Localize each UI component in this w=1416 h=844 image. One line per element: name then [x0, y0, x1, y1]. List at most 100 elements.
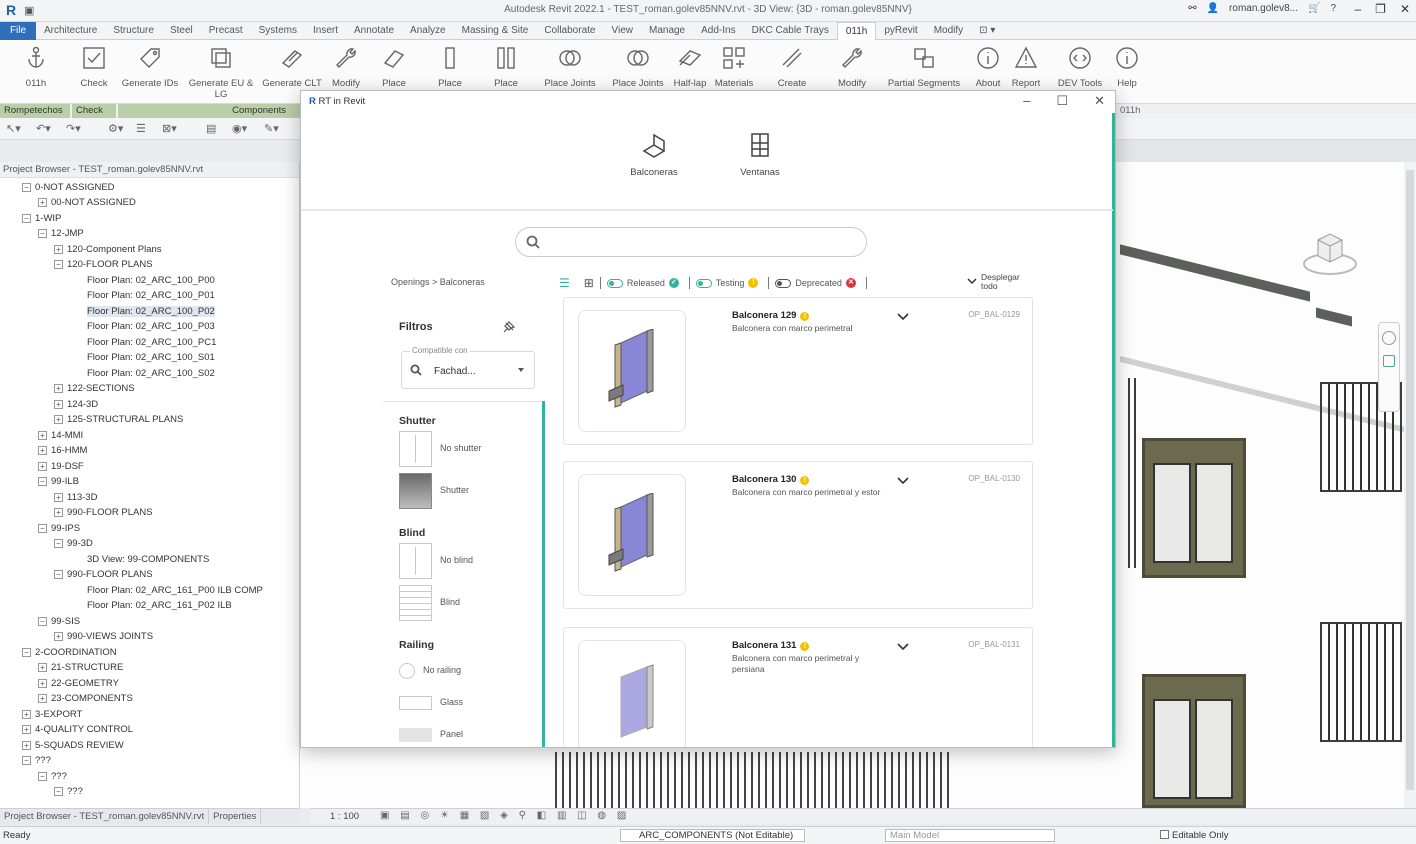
- user-name[interactable]: roman.golev8...: [1229, 3, 1298, 14]
- ribbon-place-joints-2-button[interactable]: Place Joints: [608, 42, 668, 89]
- tab-analyze[interactable]: Analyze: [402, 22, 454, 40]
- tree-item[interactable]: −???: [22, 753, 51, 768]
- tree-item[interactable]: −99-3D: [54, 536, 93, 551]
- tab-annotate[interactable]: Annotate: [346, 22, 402, 40]
- ribbon-place-3-button[interactable]: Place: [476, 42, 536, 89]
- tab-massing-site[interactable]: Massing & Site: [454, 22, 537, 40]
- tree-item[interactable]: Floor Plan: 02_ARC_161_P00 ILB COMP: [87, 583, 263, 598]
- filter-icon[interactable]: ⚙▾: [108, 122, 123, 135]
- tree-item[interactable]: −99-IPS: [38, 521, 80, 536]
- tree-item[interactable]: +125-STRUCTURAL PLANS: [54, 412, 183, 427]
- ribbon-help-button[interactable]: Help: [1102, 42, 1152, 89]
- dialog-close-icon[interactable]: ✕: [1094, 93, 1105, 109]
- expand-icon[interactable]: +: [38, 662, 47, 672]
- tree-item-selected[interactable]: Floor Plan: 02_ARC_100_P02: [87, 304, 215, 319]
- expand-icon[interactable]: +: [54, 244, 63, 254]
- tab-modify[interactable]: Modify: [926, 22, 971, 40]
- workset-dropdown[interactable]: ARC_COMPONENTS (Not Editable): [620, 829, 805, 842]
- user-icon[interactable]: 👤: [1207, 3, 1219, 14]
- tree-item[interactable]: −1-WIP: [22, 211, 61, 226]
- tree-item[interactable]: +22-GEOMETRY: [38, 676, 119, 691]
- group-rompetechos[interactable]: Rompetechos: [0, 104, 70, 118]
- collapse-icon[interactable]: −: [38, 476, 47, 486]
- search-input[interactable]: [515, 227, 867, 257]
- expand-all-button[interactable]: Desplegar todo: [967, 273, 1020, 291]
- steering-wheel-icon[interactable]: [1382, 331, 1396, 345]
- ribbon-partial-segments-button[interactable]: Partial Segments: [884, 42, 964, 89]
- modify-arrow-icon[interactable]: ↖▾: [6, 122, 21, 135]
- compatible-with-dropdown[interactable]: Compatible con Fachad...: [401, 346, 535, 389]
- tab-view[interactable]: View: [603, 22, 641, 40]
- view-scale[interactable]: 1 : 100: [330, 811, 359, 822]
- expand-icon[interactable]: +: [38, 693, 47, 703]
- ribbon-materials-button[interactable]: Materials: [704, 42, 764, 89]
- tree-item[interactable]: +113-3D: [54, 490, 97, 505]
- collapse-icon[interactable]: −: [54, 786, 63, 796]
- globe-icon[interactable]: ◉▾: [232, 122, 247, 135]
- tree-item[interactable]: −990-FLOOR PLANS: [54, 567, 153, 582]
- ribbon-modify-2-button[interactable]: Modify: [822, 42, 882, 89]
- tab-manage[interactable]: Manage: [641, 22, 693, 40]
- expand-icon[interactable]: +: [54, 414, 63, 424]
- ribbon-check-button[interactable]: Check: [64, 42, 124, 89]
- expand-icon[interactable]: +: [38, 430, 47, 440]
- filter-option-no-blind[interactable]: No blind: [399, 543, 539, 579]
- tree-item[interactable]: −99-ILB: [38, 474, 79, 489]
- close-icon[interactable]: ✕: [1400, 2, 1410, 16]
- result-card[interactable]: Balconera 131! Balconera con marco perim…: [563, 627, 1033, 747]
- unpin-icon[interactable]: [501, 321, 515, 335]
- tree-item[interactable]: +5-SQUADS REVIEW: [22, 738, 124, 753]
- tab-pyrevit[interactable]: pyRevit: [876, 22, 925, 40]
- testing-toggle[interactable]: Testing!: [695, 278, 759, 288]
- collapse-icon[interactable]: −: [54, 538, 63, 548]
- viewcube[interactable]: [1300, 222, 1360, 282]
- tree-item[interactable]: +00-NOT ASSIGNED: [38, 195, 136, 210]
- filter-option-blind[interactable]: Blind: [399, 585, 539, 621]
- collapse-icon[interactable]: −: [22, 755, 31, 765]
- tree-item[interactable]: Floor Plan: 02_ARC_100_P01: [87, 288, 215, 303]
- filter-option-no-shutter[interactable]: No shutter: [399, 431, 539, 467]
- tab-project-browser[interactable]: Project Browser - TEST_roman.golev85NNV.…: [0, 809, 210, 824]
- dialog-minimize-icon[interactable]: –: [1023, 93, 1030, 109]
- tree-item[interactable]: Floor Plan: 02_ARC_100_P03: [87, 319, 215, 334]
- vertical-scrollbar[interactable]: [1404, 162, 1416, 808]
- expand-icon[interactable]: +: [54, 383, 63, 393]
- help-icon[interactable]: ?: [1330, 3, 1336, 14]
- collapse-icon[interactable]: −: [38, 771, 47, 781]
- zoom-icon[interactable]: [1383, 355, 1395, 367]
- group-check[interactable]: Check: [72, 104, 116, 118]
- chevron-down-icon[interactable]: [896, 476, 910, 486]
- category-balconeras[interactable]: Balconeras: [609, 131, 699, 178]
- tab-precast[interactable]: Precast: [201, 22, 251, 40]
- tab-structure[interactable]: Structure: [105, 22, 162, 40]
- tree-item[interactable]: 3D View: 99-COMPONENTS: [87, 552, 209, 567]
- grid-view-icon[interactable]: ⊞: [584, 276, 594, 290]
- tree-item[interactable]: −12-JMP: [38, 226, 84, 241]
- restore-icon[interactable]: ❐: [1375, 2, 1386, 16]
- chevron-down-icon[interactable]: [896, 642, 910, 652]
- released-toggle[interactable]: Released ✓: [606, 278, 679, 288]
- collapse-icon[interactable]: −: [38, 523, 47, 533]
- expand-icon[interactable]: +: [54, 399, 63, 409]
- table-icon[interactable]: ▤: [206, 122, 216, 135]
- ribbon-011h-button[interactable]: 011h: [6, 42, 66, 89]
- tree-item[interactable]: +4-QUALITY CONTROL: [22, 722, 133, 737]
- collapse-icon[interactable]: −: [38, 616, 47, 626]
- category-ventanas[interactable]: Ventanas: [715, 131, 805, 178]
- tree-item[interactable]: Floor Plan: 02_ARC_100_P00: [87, 273, 215, 288]
- tree-item[interactable]: −0-NOT ASSIGNED: [22, 180, 115, 195]
- expand-icon[interactable]: +: [54, 507, 63, 517]
- tree-item[interactable]: +120-Component Plans: [54, 242, 162, 257]
- tree-item[interactable]: +990-VIEWS JOINTS: [54, 629, 153, 644]
- tab-architecture[interactable]: Architecture: [36, 22, 105, 40]
- expand-icon[interactable]: +: [54, 631, 63, 641]
- redo-icon[interactable]: ↷▾: [66, 122, 81, 135]
- expand-icon[interactable]: +: [22, 724, 31, 734]
- select-icon[interactable]: ⊠▾: [162, 122, 177, 135]
- ribbon-generate-eu-lg-button[interactable]: Generate EU & LG: [186, 42, 256, 100]
- tree-item[interactable]: Floor Plan: 02_ARC_100_S01: [87, 350, 215, 365]
- tree-item[interactable]: +21-STRUCTURE: [38, 660, 123, 675]
- tree-item[interactable]: Floor Plan: 02_ARC_100_PC1: [87, 335, 216, 350]
- tree-item[interactable]: +3-EXPORT: [22, 707, 82, 722]
- expand-icon[interactable]: +: [38, 461, 47, 471]
